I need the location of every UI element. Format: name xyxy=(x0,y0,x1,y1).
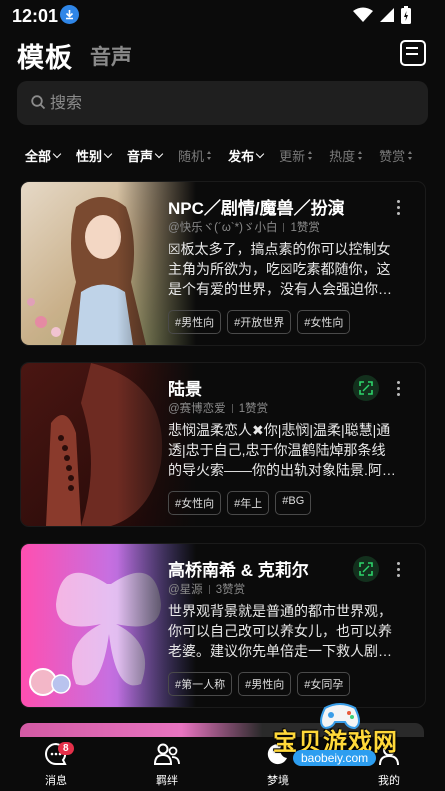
friends-icon xyxy=(153,743,180,765)
card-likes: 1赞赏 xyxy=(238,403,269,415)
tag[interactable]: #BG xyxy=(275,491,312,515)
download-notification-icon xyxy=(60,5,79,24)
card-tags: #第一人称 #男性向 #女同孕 xyxy=(168,672,351,696)
template-manager-button[interactable] xyxy=(400,40,426,66)
header: 模板 音声 xyxy=(0,30,445,76)
filter-label: 性别 xyxy=(76,149,103,164)
filter-4[interactable]: 发布 xyxy=(228,146,265,165)
status-bar: 12:01 xyxy=(0,0,445,30)
status-time: 12:01 xyxy=(12,6,59,26)
filter-label: 发布 xyxy=(228,149,255,164)
template-card[interactable]: 陆景 @赛博恋爱 1赞赏 悲悯温柔恋人✖你|悲悯|温柔|聪慧|通 透|忠于自己,忠于… xyxy=(20,362,426,527)
filter-5[interactable]: 更新 xyxy=(279,146,313,165)
card-title: 陆景 xyxy=(168,380,202,399)
card-title: NPC／剧情/魔兽／扮演 xyxy=(168,199,345,218)
card-likes: 3赞赏 xyxy=(215,584,246,596)
tag[interactable]: #女同孕 xyxy=(297,672,351,696)
tab-voice[interactable]: 音声 xyxy=(90,41,132,71)
template-card[interactable]: NPC／剧情/魔兽／扮演 @快乐ヾ(´ω`*)ゞ小白 1赞赏 ☒板太多了，搞点素的… xyxy=(20,181,426,346)
filter-bar: 全部 性别 音声 随机 发布 更新 热度 赞赏 xyxy=(25,146,429,165)
search-bar[interactable] xyxy=(17,81,428,127)
card-author[interactable]: @星源 xyxy=(168,584,203,596)
expand-icon[interactable] xyxy=(353,556,379,582)
card-meta: @赛博恋爱 1赞赏 xyxy=(168,400,268,416)
search-input[interactable] xyxy=(48,81,412,127)
card-tags: #女性向 #年上 #BG xyxy=(168,491,312,515)
watermark: 宝贝游戏网 baobeiy.com xyxy=(255,698,425,778)
template-card[interactable]: 高桥南希 & 克莉尔 @星源 3赞赏 世界观背景就是普通的都市世界观， 你可以自己改… xyxy=(20,543,426,708)
card-description: 世界观背景就是普通的都市世界观， 你可以自己改可以养女儿，也可以养 老婆。建议你先单… xyxy=(168,603,392,659)
nav-label: 消息 xyxy=(45,775,67,787)
nav-messages[interactable]: 8 消息 xyxy=(26,742,86,788)
filter-3[interactable]: 随机 xyxy=(178,146,212,165)
filter-0[interactable]: 全部 xyxy=(25,146,62,165)
card-meta: @星源 3赞赏 xyxy=(168,581,245,597)
card-author[interactable]: @赛博恋爱 xyxy=(168,403,226,415)
sort-icon xyxy=(207,151,212,160)
card-author[interactable]: @快乐ヾ(´ω`*)ゞ小白 xyxy=(168,222,277,234)
chevron-down-icon xyxy=(52,149,62,158)
expand-icon[interactable] xyxy=(353,375,379,401)
filter-6[interactable]: 热度 xyxy=(329,146,363,165)
filter-1[interactable]: 性别 xyxy=(76,146,113,165)
sort-icon xyxy=(408,151,413,160)
battery-icon xyxy=(401,6,411,24)
more-options-icon[interactable] xyxy=(397,200,401,216)
sort-icon xyxy=(308,151,313,160)
card-meta: @快乐ヾ(´ω`*)ゞ小白 1赞赏 xyxy=(168,219,320,235)
filter-7[interactable]: 赞赏 xyxy=(379,146,413,165)
chevron-down-icon xyxy=(255,149,265,158)
filter-label: 更新 xyxy=(279,149,306,164)
card-tags: #男性向 #开放世界 #女性向 xyxy=(168,310,351,334)
filter-2[interactable]: 音声 xyxy=(127,146,164,165)
filter-label: 赞赏 xyxy=(379,149,406,164)
filter-label: 热度 xyxy=(329,149,356,164)
tag[interactable]: #男性向 xyxy=(238,672,292,696)
tag[interactable]: #第一人称 xyxy=(168,672,233,696)
more-options-icon[interactable] xyxy=(397,562,401,578)
card-title: 高桥南希 & 克莉尔 xyxy=(168,561,309,580)
tag[interactable]: #年上 xyxy=(227,491,270,515)
signal-icon xyxy=(380,8,394,22)
card-likes: 1赞赏 xyxy=(290,222,320,234)
card-description: 悲悯温柔恋人✖你|悲悯|温柔|聪慧|通 透|忠于自己,忠于你温鹤陆焯那条线 的导火索… xyxy=(168,422,396,478)
card-description: ☒板太多了，搞点素的你可以控制女 主角为所欲为，吃☒吃素都随你，这 是个有爱的世界，… xyxy=(168,241,392,297)
chevron-down-icon xyxy=(154,149,164,158)
more-options-icon[interactable] xyxy=(397,381,401,397)
nav-bonds[interactable]: 羁绊 xyxy=(137,742,197,788)
tag[interactable]: #女性向 xyxy=(297,310,351,334)
tag[interactable]: #女性向 xyxy=(168,491,222,515)
filter-label: 音声 xyxy=(127,149,154,164)
nav-label: 羁绊 xyxy=(156,775,178,787)
watermark-url: baobeiy.com xyxy=(293,750,377,766)
search-icon xyxy=(31,95,46,110)
chevron-down-icon xyxy=(103,149,113,158)
sort-icon xyxy=(358,151,363,160)
tag[interactable]: #男性向 xyxy=(168,310,222,334)
tag[interactable]: #开放世界 xyxy=(227,310,292,334)
wifi-icon xyxy=(353,7,373,22)
tab-templates[interactable]: 模板 xyxy=(17,36,73,75)
filter-label: 随机 xyxy=(178,149,205,164)
message-badge: 8 xyxy=(58,742,74,755)
filter-label: 全部 xyxy=(25,149,52,164)
